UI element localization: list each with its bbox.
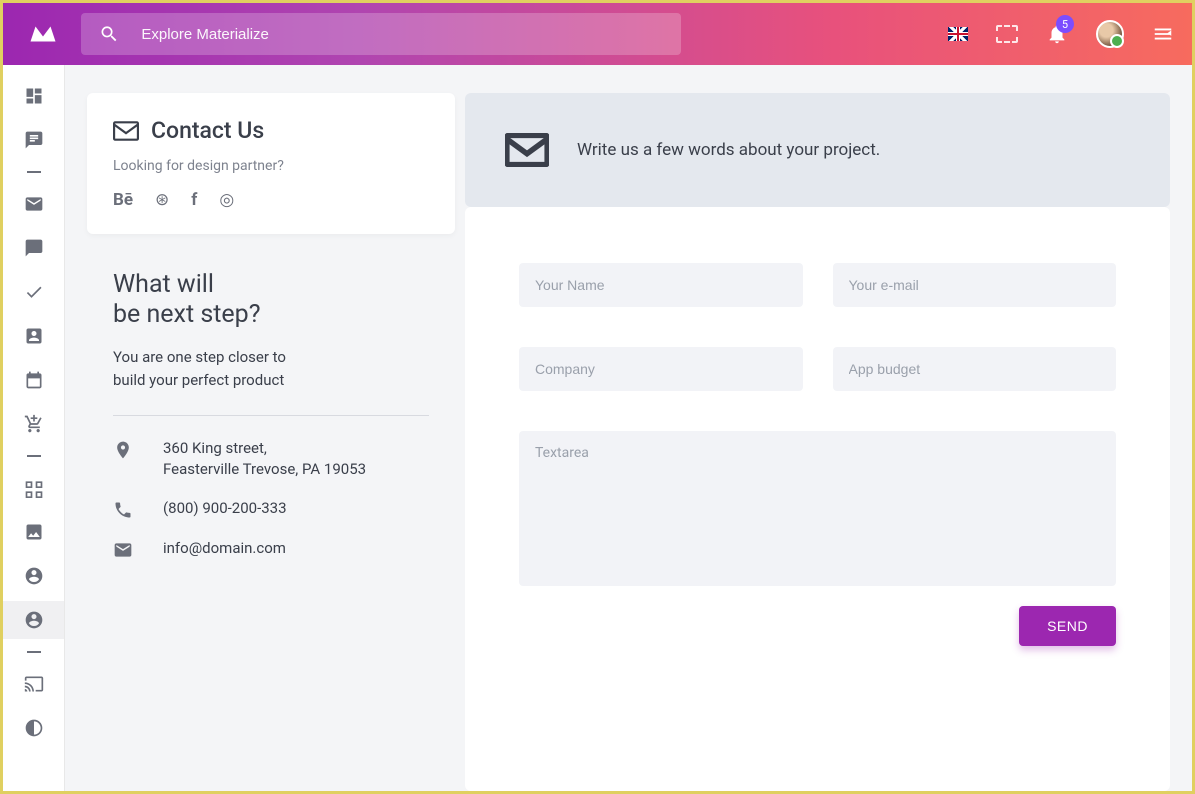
cast-icon bbox=[24, 674, 44, 694]
search-input[interactable] bbox=[141, 26, 663, 43]
address-row: 360 King street, Feasterville Trevose, P… bbox=[113, 438, 429, 480]
sidebar-item-account[interactable] bbox=[3, 601, 64, 639]
phone-icon bbox=[113, 500, 133, 520]
contacts-icon bbox=[24, 326, 44, 346]
email-row: info@domain.com bbox=[113, 538, 429, 560]
check-icon bbox=[24, 282, 44, 302]
message-icon bbox=[24, 238, 44, 258]
sidebar-item-pages[interactable] bbox=[3, 469, 64, 507]
sidebar-item-cart[interactable] bbox=[3, 405, 64, 443]
mail-icon bbox=[113, 540, 133, 560]
dashboard-icon bbox=[24, 86, 44, 106]
location-icon bbox=[113, 440, 133, 460]
prompt-text: Write us a few words about your project. bbox=[577, 140, 880, 160]
mail-icon bbox=[505, 133, 549, 167]
sidebar-item-dashboard[interactable] bbox=[3, 77, 64, 115]
dribbble-icon[interactable]: ⊛ bbox=[155, 190, 169, 210]
search-icon bbox=[99, 23, 119, 45]
sidebar-item-messages[interactable] bbox=[3, 229, 64, 267]
contrast-icon bbox=[24, 718, 44, 738]
next-step-desc: You are one step closer to build your pe… bbox=[113, 346, 313, 393]
behance-icon[interactable]: Bē bbox=[113, 190, 133, 210]
chat-icon bbox=[24, 130, 44, 150]
phone-row: (800) 900-200-333 bbox=[113, 498, 429, 520]
fullscreen-toggle[interactable] bbox=[996, 25, 1018, 43]
mail-icon bbox=[24, 194, 44, 214]
sidebar-item-contacts[interactable] bbox=[3, 317, 64, 355]
language-selector[interactable] bbox=[948, 27, 968, 41]
sidebar-item-media[interactable] bbox=[3, 513, 64, 551]
mail-icon bbox=[113, 121, 139, 141]
facebook-icon[interactable]: f bbox=[191, 190, 197, 210]
pages-icon bbox=[24, 478, 44, 498]
main-content: Contact Us Looking for design partner? B… bbox=[65, 65, 1192, 791]
company-input[interactable] bbox=[519, 347, 803, 391]
prompt-card: Write us a few words about your project. bbox=[465, 93, 1170, 207]
name-input[interactable] bbox=[519, 263, 803, 307]
page-subtitle: Looking for design partner? bbox=[113, 158, 429, 174]
account-icon bbox=[24, 610, 44, 630]
sidebar-item-calendar[interactable] bbox=[3, 361, 64, 399]
menu-indent-icon bbox=[1152, 23, 1174, 45]
budget-input[interactable] bbox=[833, 347, 1117, 391]
sidebar-item-user[interactable] bbox=[3, 557, 64, 595]
page-title: Contact Us bbox=[113, 117, 429, 144]
avatar-icon bbox=[1096, 20, 1124, 48]
sidebar-item-chat[interactable] bbox=[3, 121, 64, 159]
fullscreen-icon bbox=[996, 25, 1018, 43]
sidebar-divider bbox=[27, 651, 41, 653]
user-icon bbox=[24, 566, 44, 586]
sidebar-item-theme[interactable] bbox=[3, 709, 64, 747]
sidebar-nav bbox=[3, 65, 65, 791]
flag-uk-icon bbox=[948, 27, 968, 41]
calendar-icon bbox=[24, 370, 44, 390]
next-step-heading: What will be next step? bbox=[113, 270, 429, 330]
user-avatar[interactable] bbox=[1096, 20, 1124, 48]
sidebar-item-cast[interactable] bbox=[3, 665, 64, 703]
app-logo[interactable] bbox=[21, 12, 65, 56]
search-box[interactable] bbox=[81, 13, 681, 55]
next-step-card: What will be next step? You are one step… bbox=[87, 248, 455, 600]
sidebar-divider bbox=[27, 455, 41, 457]
instagram-icon[interactable]: ◎ bbox=[219, 190, 234, 210]
image-icon bbox=[24, 522, 44, 542]
topbar: 5 bbox=[3, 3, 1192, 65]
contact-form: SEND bbox=[465, 207, 1170, 791]
send-button[interactable]: SEND bbox=[1019, 606, 1116, 646]
sidebar-divider bbox=[27, 171, 41, 173]
notifications-button[interactable]: 5 bbox=[1046, 23, 1068, 45]
divider bbox=[113, 415, 429, 416]
sidebar-toggle[interactable] bbox=[1152, 23, 1174, 45]
message-textarea[interactable] bbox=[519, 431, 1116, 586]
sidebar-item-tasks[interactable] bbox=[3, 273, 64, 311]
email-input[interactable] bbox=[833, 263, 1117, 307]
notification-badge: 5 bbox=[1056, 15, 1074, 33]
contact-card: Contact Us Looking for design partner? B… bbox=[87, 93, 455, 234]
cart-icon bbox=[24, 414, 44, 434]
sidebar-item-mail[interactable] bbox=[3, 185, 64, 223]
